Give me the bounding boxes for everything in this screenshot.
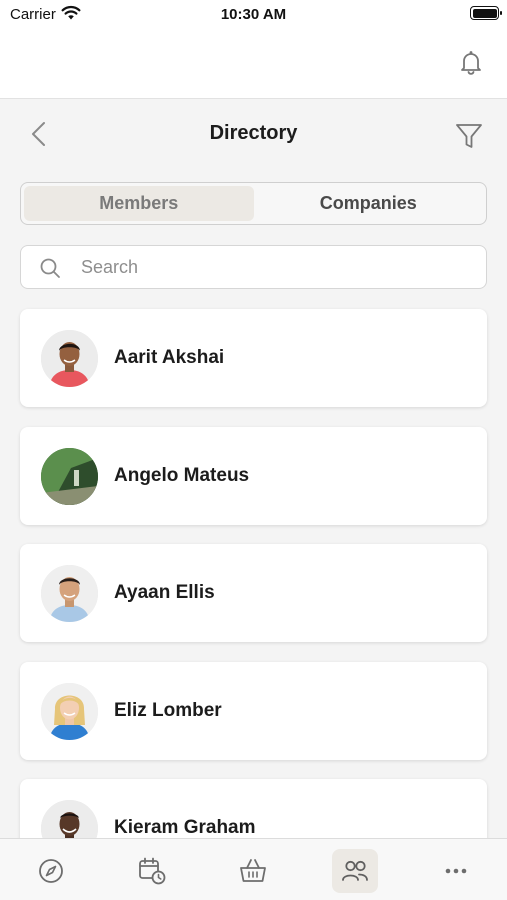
- member-name: Angelo Mateus: [114, 464, 250, 486]
- member-name: Aarit Akshai: [114, 347, 225, 368]
- member-name: Eliz Lomber: [114, 699, 222, 721]
- bottom-nav: [0, 838, 507, 900]
- page-title: Directory: [209, 122, 298, 144]
- people-icon[interactable]: [332, 849, 378, 893]
- calendar-clock-icon[interactable]: [129, 849, 175, 893]
- compass-icon[interactable]: [28, 849, 74, 893]
- member-card[interactable]: Aarit Akshai: [20, 309, 487, 407]
- directory-screen: Carrier 10:30 AM Directory Members Compa…: [0, 0, 507, 900]
- avatar: [41, 682, 98, 740]
- search-input[interactable]: [81, 246, 471, 288]
- member-card[interactable]: Ayaan Ellis: [20, 544, 487, 642]
- top-bar: Carrier 10:30 AM: [0, 0, 507, 99]
- tab-members[interactable]: Members: [24, 186, 254, 221]
- basket-icon[interactable]: [230, 849, 276, 893]
- filter-icon[interactable]: [453, 120, 485, 152]
- page-header: Directory: [0, 100, 507, 172]
- avatar: [41, 447, 98, 505]
- tab-companies[interactable]: Companies: [254, 186, 484, 221]
- status-bar: Carrier 10:30 AM: [0, 0, 507, 30]
- member-name: Ayaan Ellis: [114, 582, 215, 603]
- avatar: [41, 330, 98, 387]
- search-icon: [40, 258, 60, 278]
- battery-icon: [470, 6, 502, 20]
- member-card[interactable]: Angelo Mateus: [20, 426, 487, 525]
- more-icon[interactable]: [433, 849, 479, 893]
- status-time: 10:30 AM: [220, 6, 287, 23]
- member-list: Aarit Akshai Angelo Mateus Ayaan Ellis E…: [20, 309, 487, 897]
- search-bar: [20, 245, 487, 289]
- member-card[interactable]: Eliz Lomber: [20, 661, 487, 760]
- bell-icon[interactable]: [455, 46, 487, 78]
- segmented-control: Members Companies: [20, 182, 487, 225]
- avatar: [41, 565, 98, 622]
- member-name: Kieram Graham: [114, 817, 256, 838]
